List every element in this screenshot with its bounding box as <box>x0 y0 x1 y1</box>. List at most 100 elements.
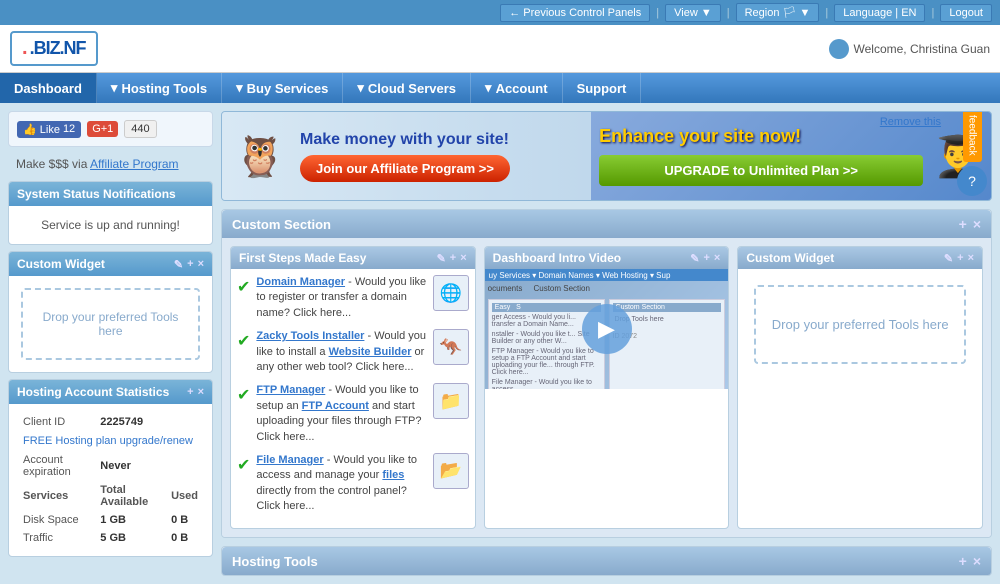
language-btn[interactable]: Language | EN <box>834 4 925 22</box>
custom-section-icons: + × <box>959 216 981 232</box>
file-manager-link[interactable]: File Manager <box>256 454 323 466</box>
hosting-tools-add-icon[interactable]: + <box>959 553 967 569</box>
disk-space-total: 1 GB <box>96 512 165 528</box>
custom-widget-box: Custom Widget ✎ + × Drop your preferred … <box>8 251 213 373</box>
system-status-body: Service is up and running! <box>9 206 212 244</box>
first-steps-header: First Steps Made Easy ✎ + × <box>231 247 475 269</box>
hosting-tools-remove-icon[interactable]: × <box>973 553 981 569</box>
zacky-tools-link[interactable]: Zacky Tools Installer <box>256 330 364 342</box>
welcome-text: Welcome, Christina Guan <box>829 39 991 59</box>
affiliate-join-btn[interactable]: Join our Affiliate Program >> <box>300 155 510 182</box>
client-id-value: 2225749 <box>96 414 202 430</box>
add-icon[interactable]: + <box>187 258 193 271</box>
domain-manager-link[interactable]: Domain Manager <box>256 276 345 288</box>
main-nav: Dashboard ▾Hosting Tools ▾Buy Services ▾… <box>0 73 1000 103</box>
custom-section: Custom Section + × First Steps Made Easy… <box>221 209 992 538</box>
previous-panels-btn[interactable]: ← Previous Control Panels <box>500 4 650 22</box>
video-edit-icon[interactable]: ✎ <box>690 252 699 265</box>
sidebar: 👍 Like 12 G+1 440 Make $$$ via Affiliate… <box>8 111 213 576</box>
first-steps-body: ✔ Domain Manager - Would you like to reg… <box>231 269 475 528</box>
logo-dot: . <box>22 37 28 60</box>
step-domain-manager: ✔ Domain Manager - Would you like to reg… <box>237 275 469 321</box>
video-add-icon[interactable]: + <box>703 252 709 265</box>
custom-main-add-icon[interactable]: + <box>957 252 963 265</box>
step-zacky-tools: ✔ Zacky Tools Installer - Would you like… <box>237 329 469 375</box>
ftp-manager-link[interactable]: FTP Manager <box>256 384 325 396</box>
dashboard-video-header: Dashboard Intro Video ✎ + × <box>485 247 729 269</box>
ftp-manager-icon: 📁 <box>433 383 469 419</box>
hosting-tools-icons: + × <box>959 553 981 569</box>
custom-main-remove-icon[interactable]: × <box>968 252 974 265</box>
client-id-label: Client ID <box>19 414 94 430</box>
dashboard-video-body: uy Services ▾ Domain Names ▾ Web Hosting… <box>485 269 729 389</box>
custom-main-edit-icon[interactable]: ✎ <box>944 252 953 265</box>
nav-buy-services[interactable]: ▾Buy Services <box>222 73 343 103</box>
first-steps-add-icon[interactable]: + <box>450 252 456 265</box>
custom-widget-main-header: Custom Widget ✎ + × <box>738 247 982 269</box>
nav-cloud-servers[interactable]: ▾Cloud Servers <box>343 73 471 103</box>
video-play-btn[interactable]: ▶ <box>582 304 632 354</box>
custom-section-add-icon[interactable]: + <box>959 216 967 232</box>
custom-widget-body: Drop your preferred Tools here <box>9 276 212 372</box>
files-link[interactable]: files <box>382 469 404 481</box>
remove-this-link[interactable]: Remove this <box>880 116 941 128</box>
main-layout: 👍 Like 12 G+1 440 Make $$$ via Affiliate… <box>0 103 1000 584</box>
system-status-box: System Status Notifications Service is u… <box>8 181 213 245</box>
remove-icon[interactable]: × <box>198 258 204 271</box>
logout-btn[interactable]: Logout <box>940 4 992 22</box>
file-manager-icon: 📂 <box>433 453 469 489</box>
custom-widget-main-box: Custom Widget ✎ + × Drop your preferred … <box>737 246 983 529</box>
affiliate-program-link[interactable]: Affiliate Program <box>90 157 178 171</box>
expiry-label: Account expiration <box>19 452 94 480</box>
edit-icon[interactable]: ✎ <box>174 258 183 271</box>
ftp-account-link[interactable]: FTP Account <box>302 400 369 412</box>
upgrade-btn[interactable]: UPGRADE to Unlimited Plan >> <box>599 155 923 186</box>
header: ..BIZ.NF Welcome, Christina Guan <box>0 25 1000 73</box>
top-bar: ← Previous Control Panels | View ▼ | Reg… <box>0 0 1000 25</box>
stats-remove-icon[interactable]: × <box>198 386 204 398</box>
plan-upgrade-link[interactable]: FREE Hosting plan upgrade/renew <box>19 432 202 450</box>
hosting-stats-table: Client ID 2225749 FREE Hosting plan upgr… <box>17 412 204 548</box>
step-file-manager: ✔ File Manager - Would you like to acces… <box>237 453 469 515</box>
dashboard-video-widget: Dashboard Intro Video ✎ + × uy Services … <box>484 246 730 529</box>
check-icon-2: ✔ <box>237 331 250 351</box>
custom-widget-main-drop-zone: Drop your preferred Tools here <box>754 285 966 364</box>
stats-add-icon[interactable]: + <box>187 386 193 398</box>
video-thumbnail[interactable]: uy Services ▾ Domain Names ▾ Web Hosting… <box>485 269 729 389</box>
hosting-stats-box: Hosting Account Statistics + × Client ID… <box>8 379 213 557</box>
first-steps-widget: First Steps Made Easy ✎ + × ✔ Domain Man… <box>230 246 476 529</box>
nav-hosting-tools[interactable]: ▾Hosting Tools <box>97 73 222 103</box>
col-services: Services <box>19 482 94 510</box>
hosting-stats-icons: + × <box>187 386 204 398</box>
custom-section-header: Custom Section + × <box>222 210 991 238</box>
facebook-like-btn[interactable]: 👍 Like 12 <box>17 121 81 138</box>
region-btn[interactable]: Region 🏳 ▼ <box>736 3 820 22</box>
nav-account[interactable]: ▾Account <box>471 73 563 103</box>
banner-left: 🦉 Make money with your site! Join our Af… <box>222 112 591 200</box>
feedback-tab[interactable]: feedback <box>963 112 982 162</box>
hosting-tools-header: Hosting Tools + × <box>222 547 991 575</box>
banner-area: 🦉 Make money with your site! Join our Af… <box>221 111 992 201</box>
share-count: 440 <box>124 120 156 138</box>
banner-left-title: Make money with your site! <box>300 131 510 149</box>
traffic-total: 5 GB <box>96 530 165 546</box>
banner-right-title: Enhance your site now! <box>599 126 923 147</box>
custom-widget-header: Custom Widget ✎ + × <box>9 252 212 276</box>
step-ftp-manager: ✔ FTP Manager - Would you like to setup … <box>237 383 469 445</box>
support-icon[interactable]: ? <box>957 166 987 196</box>
website-builder-link[interactable]: Website Builder <box>329 346 412 358</box>
main-content: 🦉 Make money with your site! Join our Af… <box>221 111 992 576</box>
traffic-label: Traffic <box>19 530 94 546</box>
custom-widget-icons: ✎ + × <box>174 258 204 271</box>
nav-support[interactable]: Support <box>563 73 642 103</box>
first-steps-edit-icon[interactable]: ✎ <box>437 252 446 265</box>
view-btn[interactable]: View ▼ <box>665 4 721 22</box>
custom-widget-drop-zone: Drop your preferred Tools here <box>21 288 200 360</box>
domain-manager-icon: 🌐 <box>433 275 469 311</box>
video-remove-icon[interactable]: × <box>714 252 720 265</box>
first-steps-remove-icon[interactable]: × <box>460 252 466 265</box>
google-plus-btn[interactable]: G+1 <box>87 121 118 137</box>
nav-dashboard[interactable]: Dashboard <box>0 73 97 103</box>
check-icon-3: ✔ <box>237 385 250 405</box>
custom-section-remove-icon[interactable]: × <box>973 216 981 232</box>
